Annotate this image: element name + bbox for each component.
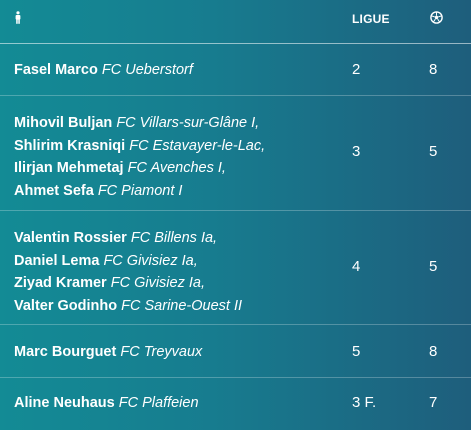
player-club: FC Avenches I, (127, 160, 226, 176)
player-entry: Ziyad Kramer FC Givisiez Ia, (14, 272, 242, 295)
players-cell: Fasel Marco FC Ueberstorf (14, 59, 193, 82)
player-name: Fasel Marco (14, 62, 98, 78)
player-club: FC Billens Ia, (130, 230, 218, 246)
ligue-value: 4 (352, 258, 361, 275)
goals-value: 8 (429, 343, 438, 360)
player-entry: Fasel Marco FC Ueberstorf (14, 59, 193, 82)
player-club: FC Plaffeien (118, 395, 199, 411)
player-name: Valentin Rossier (14, 230, 127, 246)
players-cell: Marc Bourguet FC Treyvaux (14, 341, 202, 364)
players-cell: Mihovil Buljan FC Villars-sur-Glâne I, Sh… (14, 112, 265, 202)
player-name: Mihovil Buljan (14, 115, 113, 131)
player-name: Marc Bourguet (14, 344, 117, 360)
table-row: Mihovil Buljan FC Villars-sur-Glâne I, Sh… (0, 96, 471, 211)
player-name: Ilirjan Mehmetaj (14, 160, 124, 176)
player-entry: Ilirjan Mehmetaj FC Avenches I, (14, 157, 265, 180)
player-name: Shlirim Krasniqi (14, 137, 126, 154)
players-cell: Valentin Rossier FC Billens Ia, Daniel Le… (14, 227, 242, 317)
goals-value: 5 (429, 143, 438, 160)
player-name: Ahmet Sefa (14, 182, 94, 199)
goals-value: 8 (429, 61, 438, 78)
players-cell: Aline Neuhaus FC Plaffeien (14, 392, 199, 415)
table-row: Valentin Rossier FC Billens Ia, Daniel Le… (0, 211, 471, 325)
person-icon (15, 11, 21, 24)
ligue-value: 2 (352, 61, 361, 78)
goals-value: 7 (429, 394, 438, 411)
table-header: LIGUE (0, 0, 471, 44)
ligue-value: 5 (352, 343, 361, 360)
ligue-value: 3 F. (352, 394, 377, 411)
table-row: Fasel Marco FC Ueberstorf 2 8 (0, 45, 471, 96)
player-entry: Valentin Rossier FC Billens Ia, (14, 227, 242, 250)
player-club: FC Givisiez Ia, (110, 275, 205, 291)
player-name: Valter Godinho (14, 297, 118, 314)
player-entry: Mihovil Buljan FC Villars-sur-Glâne I, (14, 112, 265, 135)
player-entry: Valter Godinho FC Sarine-Ouest II (14, 295, 242, 318)
player-club: FC Estavayer-le-Lac, (129, 137, 266, 154)
header-ligue: LIGUE (352, 12, 390, 26)
player-name: Ziyad Kramer (14, 275, 107, 291)
player-entry: Daniel Lema FC Givisiez Ia, (14, 250, 242, 273)
player-name: Daniel Lema (14, 252, 100, 269)
table-row: Marc Bourguet FC Treyvaux 5 8 (0, 325, 471, 378)
player-club: FC Ueberstorf (101, 62, 193, 78)
player-club: FC Treyvaux (120, 344, 203, 360)
player-entry: Shlirim Krasniqi FC Estavayer-le-Lac, (14, 135, 265, 158)
ligue-value: 3 (352, 143, 361, 160)
table-row: Aline Neuhaus FC Plaffeien 3 F. 7 (0, 378, 471, 430)
player-club: FC Givisiez Ia, (103, 252, 198, 269)
player-entry: Aline Neuhaus FC Plaffeien (14, 392, 199, 415)
player-club: FC Piamont I (97, 182, 183, 199)
player-name: Aline Neuhaus (14, 395, 115, 411)
goals-value: 5 (429, 258, 438, 275)
player-entry: Ahmet Sefa FC Piamont I (14, 180, 265, 203)
scorers-table: LIGUE Fasel Marco FC Ueberstorf 2 8 Mihovil… (0, 0, 471, 430)
soccer-ball-icon (430, 11, 443, 24)
player-entry: Marc Bourguet FC Treyvaux (14, 341, 202, 364)
player-club: FC Sarine-Ouest II (121, 297, 243, 314)
player-club: FC Villars-sur-Glâne I, (116, 115, 260, 131)
